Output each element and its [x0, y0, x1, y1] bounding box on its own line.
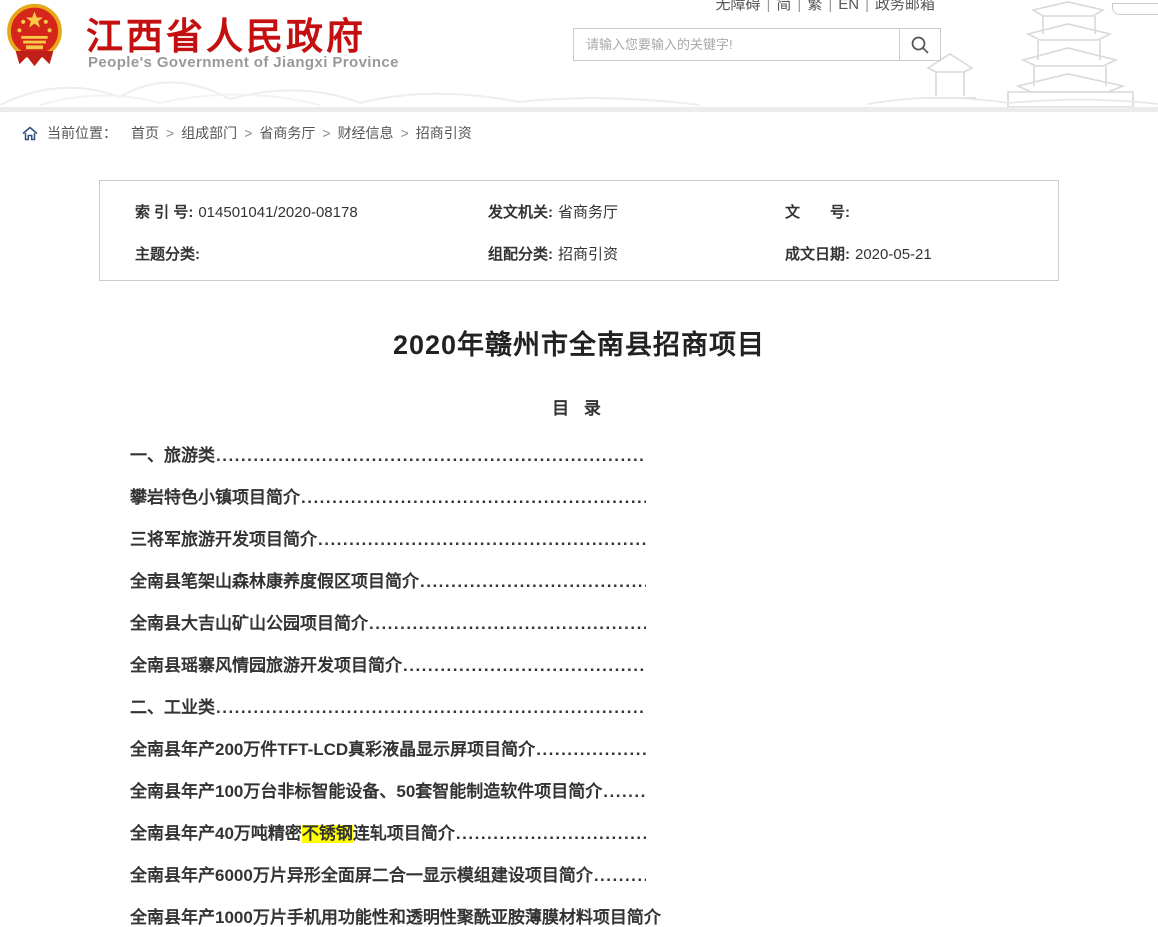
breadcrumb-separator: > — [394, 125, 416, 141]
search-bar — [573, 28, 941, 61]
leader-dots: ........................................… — [420, 573, 646, 591]
national-emblem-icon — [6, 2, 63, 68]
toc-heading: 目 录 — [0, 394, 1158, 419]
leader-dots: ........................................… — [318, 531, 646, 549]
table-of-contents: 一、旅游类...................................… — [130, 447, 646, 927]
search-input[interactable] — [573, 28, 900, 61]
link-accessibility[interactable]: 无障碍 — [709, 0, 766, 13]
toc-item: 三将军旅游开发项目简介.............................… — [130, 531, 646, 549]
toc-item-highlighted: 全南县年产40万吨精密不锈钢连轧项目简介....................… — [130, 825, 646, 843]
breadcrumb: 当前位置： 首页 > 组成部门 > 省商务厅 > 财经信息 > 招商引资 — [0, 112, 1158, 154]
link-simplified[interactable]: 简 — [770, 0, 797, 13]
link-traditional[interactable]: 繁 — [801, 0, 828, 13]
leader-dots: ........................................… — [594, 867, 646, 885]
site-subtitle: People's Government of Jiangxi Province — [88, 54, 399, 71]
toc-item: 全南县年产6000万片异形全面屏二合一显示模组建设项目简介...........… — [130, 867, 646, 885]
search-highlight: 不锈钢 — [302, 825, 353, 843]
toc-item: 全南县年产100万台非标智能设备、50套智能制造软件项目简介..........… — [130, 783, 646, 801]
link-english[interactable]: EN — [832, 0, 865, 13]
leader-dots: ........................................… — [301, 489, 646, 507]
home-icon[interactable] — [22, 126, 38, 141]
leader-dots: ........................................… — [403, 657, 646, 675]
meta-issuing-org: 发文机关:省商务厅 — [488, 201, 785, 222]
toc-item: 一、旅游类...................................… — [130, 447, 646, 465]
meta-issue-date: 成文日期:2020-05-21 — [785, 243, 1060, 264]
search-icon — [910, 35, 930, 55]
meta-group-category: 组配分类:招商引资 — [488, 243, 785, 264]
toc-item: 全南县瑶寨风情园旅游开发项目简介........................… — [130, 657, 646, 675]
breadcrumb-separator: > — [315, 125, 337, 141]
leader-dots: ........................................… — [216, 699, 646, 717]
breadcrumb-label: 当前位置： — [47, 123, 117, 143]
breadcrumb-separator: > — [237, 125, 259, 141]
leader-dots: ........................................… — [216, 447, 646, 465]
leader-dots: ........................................… — [603, 783, 646, 801]
leader-dots: ........................................… — [369, 615, 646, 633]
meta-index-no: 索 引 号:014501041/2020-08178 — [100, 201, 488, 222]
search-button[interactable] — [899, 28, 941, 61]
toc-item: 全南县年产1000万片手机用功能性和透明性聚酰亚胺薄膜材料项目简介.......… — [130, 909, 646, 927]
site-logo[interactable] — [6, 2, 63, 68]
breadcrumb-departments[interactable]: 组成部门 — [181, 123, 237, 143]
breadcrumb-investment[interactable]: 招商引资 — [416, 123, 472, 143]
toc-item: 全南县笔架山森林康养度假区项目简介.......................… — [130, 573, 646, 591]
leader-dots: ........................................… — [456, 825, 646, 843]
link-gov-mail[interactable]: 政务邮箱 — [869, 0, 941, 13]
toc-item: 全南县年产200万件TFT-LCD真彩液晶显示屏项目简介............… — [130, 741, 646, 759]
site-title: 江西省人民政府 — [86, 6, 366, 60]
toc-item: 二、工业类...................................… — [130, 699, 646, 717]
breadcrumb-home[interactable]: 首页 — [131, 123, 159, 143]
toc-item: 攀岩特色小镇项目简介..............................… — [130, 489, 646, 507]
corner-widget — [1112, 3, 1158, 15]
meta-topic-category: 主题分类: — [100, 243, 488, 264]
meta-doc-number: 文 号: — [785, 201, 1060, 222]
document-meta-table: 索 引 号:014501041/2020-08178 发文机关:省商务厅 文 号… — [99, 180, 1059, 281]
breadcrumb-commerce-dept[interactable]: 省商务厅 — [259, 123, 315, 143]
toc-item: 全南县大吉山矿山公园项目简介..........................… — [130, 615, 646, 633]
top-utility-links: 无障碍|简|繁|EN|政务邮箱 — [709, 0, 941, 14]
leader-dots: ........................................… — [536, 741, 646, 759]
breadcrumb-finance-info[interactable]: 财经信息 — [338, 123, 394, 143]
site-header: 江西省人民政府 People's Government of Jiangxi P… — [0, 0, 1158, 107]
breadcrumb-separator: > — [159, 125, 181, 141]
document-title: 2020年赣州市全南县招商项目 — [0, 323, 1158, 362]
